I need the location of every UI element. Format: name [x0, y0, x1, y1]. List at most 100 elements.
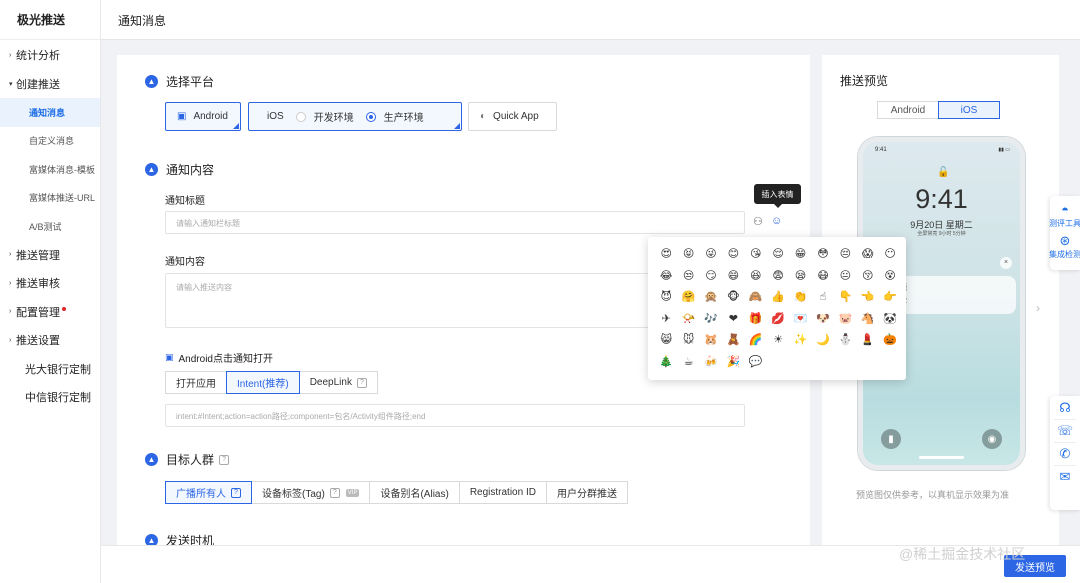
help-icon[interactable]: ?	[231, 487, 241, 498]
platform-quickapp[interactable]: ◐ Quick App	[468, 102, 557, 131]
emoji-item[interactable]: 💌	[789, 308, 811, 330]
sidebar-item[interactable]: 中信银行定制	[0, 383, 100, 412]
emoji-item[interactable]: 🎁	[745, 308, 767, 330]
collapse-icon[interactable]: ▲	[145, 75, 158, 88]
sidebar-item[interactable]: › 推送设置	[0, 326, 100, 355]
preview-tab-android[interactable]: Android	[877, 101, 939, 119]
headset-icon[interactable]: ☊	[1059, 400, 1071, 416]
tab-segment[interactable]: 用户分群推送	[545, 481, 628, 504]
emoji-item[interactable]: 😏	[700, 265, 722, 287]
emoji-item[interactable]: 😒	[677, 265, 699, 287]
sidebar-item[interactable]: 自定义消息	[0, 127, 100, 156]
sidebar-item[interactable]: › 统计分析	[0, 41, 100, 70]
emoji-item[interactable]: 🐼	[879, 308, 901, 330]
emoji-item[interactable]: 👉	[879, 286, 901, 308]
emoji-item[interactable]: 🎃	[879, 329, 901, 351]
emoji-item[interactable]: ☝	[812, 286, 834, 308]
sidebar-item[interactable]: › 推送管理	[0, 241, 100, 270]
emoji-item[interactable]: 🐶	[812, 308, 834, 330]
emoji-item[interactable]: 😪	[789, 265, 811, 287]
personalize-icon[interactable]: ⚇	[753, 215, 763, 228]
emoji-item[interactable]: 🍻	[700, 351, 722, 373]
emoji-item[interactable]: 😸	[655, 329, 677, 351]
prod-env-radio[interactable]	[365, 111, 376, 122]
emoji-item[interactable]: ⛄	[834, 329, 856, 351]
emoji-item[interactable]: 🙈	[745, 286, 767, 308]
emoji-item[interactable]: ❤	[722, 308, 744, 330]
emoji-item[interactable]: 😶	[879, 243, 901, 265]
emoji-item[interactable]: 😵	[879, 265, 901, 287]
platform-ios[interactable]: iOS 开发环境 生产环境	[248, 102, 462, 131]
platform-android[interactable]: ▣ Android	[165, 102, 241, 131]
emoji-item[interactable]: 👍	[767, 286, 789, 308]
emoji-item[interactable]: 😆	[745, 265, 767, 287]
wechat-icon[interactable]: ☏	[1057, 423, 1073, 439]
emoji-item[interactable]: 😳	[812, 243, 834, 265]
emoji-item[interactable]: 😂	[655, 265, 677, 287]
collapse-icon[interactable]: ▲	[145, 163, 158, 176]
emoji-item[interactable]: 🐴	[857, 308, 879, 330]
collapse-icon[interactable]: ▲	[145, 534, 158, 545]
tab-open-app[interactable]: 打开应用	[165, 371, 227, 394]
emoji-item[interactable]: 🤗	[677, 286, 699, 308]
sidebar-item[interactable]: › 推送审核	[0, 269, 100, 298]
sidebar-item[interactable]: 通知消息	[0, 98, 100, 127]
dev-env-radio[interactable]	[295, 111, 306, 122]
chevron-right-icon[interactable]: ›	[1036, 301, 1040, 315]
float-tool-label[interactable]: 集成检测	[1049, 249, 1080, 260]
close-icon[interactable]: ×	[1000, 257, 1012, 269]
notif-content-textarea[interactable]: 请输入推送内容	[165, 273, 695, 328]
intent-input[interactable]: intent:#Intent;action=action路径;component…	[165, 404, 745, 427]
emoji-item[interactable]: 💋	[767, 308, 789, 330]
emoji-item[interactable]: ☀	[767, 329, 789, 351]
emoji-item[interactable]: 👇	[834, 286, 856, 308]
emoji-item[interactable]: 🎶	[700, 308, 722, 330]
emoji-item[interactable]: ✨	[789, 329, 811, 351]
notif-title-input[interactable]: 请输入通知栏标题	[165, 211, 745, 234]
emoji-item[interactable]: 🎉	[722, 351, 744, 373]
tab-registration-id[interactable]: Registration ID	[458, 481, 547, 504]
section-platform[interactable]: ▲ 选择平台	[145, 73, 214, 90]
emoji-item[interactable]: 😷	[812, 265, 834, 287]
help-icon[interactable]: ?	[356, 377, 367, 388]
emoji-item[interactable]: 😘	[745, 243, 767, 265]
emoji-item[interactable]: 👏	[789, 286, 811, 308]
section-content[interactable]: ▲ 通知内容	[145, 161, 214, 178]
tab-tag[interactable]: 设备标签(Tag)? VIP	[251, 481, 371, 504]
emoji-item[interactable]: 🐭	[677, 329, 699, 351]
tab-deeplink[interactable]: DeepLink?	[298, 371, 378, 394]
emoji-item[interactable]: 🎄	[655, 351, 677, 373]
emoji-item[interactable]: 🐷	[834, 308, 856, 330]
sidebar-item[interactable]: 富媒体推送-URL	[0, 184, 100, 213]
emoji-item[interactable]: 📯	[677, 308, 699, 330]
emoji-item[interactable]: 🧸	[722, 329, 744, 351]
help-icon[interactable]: ?	[219, 454, 230, 465]
emoji-item[interactable]: 😈	[655, 286, 677, 308]
help-icon[interactable]: ?	[329, 487, 340, 498]
emoji-item[interactable]: 😊	[722, 243, 744, 265]
emoji-item[interactable]: 🐹	[700, 329, 722, 351]
section-send-time[interactable]: ▲ 发送时机	[145, 532, 214, 545]
emoji-item[interactable]: ☕	[677, 351, 699, 373]
integration-icon[interactable]: ⊛	[1060, 233, 1071, 249]
preview-tab-ios[interactable]: iOS	[938, 101, 1000, 119]
emoji-item[interactable]: 😍	[655, 243, 677, 265]
emoji-item[interactable]: 🌈	[745, 329, 767, 351]
tab-intent[interactable]: Intent(推荐)	[226, 371, 300, 394]
sidebar-item[interactable]: › 配置管理	[0, 298, 100, 327]
emoji-item[interactable]: 😁	[789, 243, 811, 265]
sidebar-item[interactable]: 富媒体消息-模板	[0, 155, 100, 184]
sidebar-item[interactable]: 光大银行定制	[0, 355, 100, 384]
float-tool-label[interactable]: 测评工具	[1049, 218, 1080, 229]
mail-icon[interactable]: ✉	[1060, 469, 1071, 485]
emoji-item[interactable]: 💬	[745, 351, 767, 373]
emoji-item[interactable]: 😨	[767, 265, 789, 287]
emoji-item[interactable]: 😱	[857, 243, 879, 265]
sidebar-item[interactable]: A/B测试	[0, 212, 100, 241]
emoji-item[interactable]: 😚	[857, 265, 879, 287]
emoji-item[interactable]: 🐵	[722, 286, 744, 308]
tab-broadcast[interactable]: 广播所有人?	[165, 481, 252, 504]
emoji-item[interactable]: 😐	[834, 265, 856, 287]
emoji-item[interactable]: 😔	[834, 243, 856, 265]
emoji-item[interactable]: 💄	[857, 329, 879, 351]
